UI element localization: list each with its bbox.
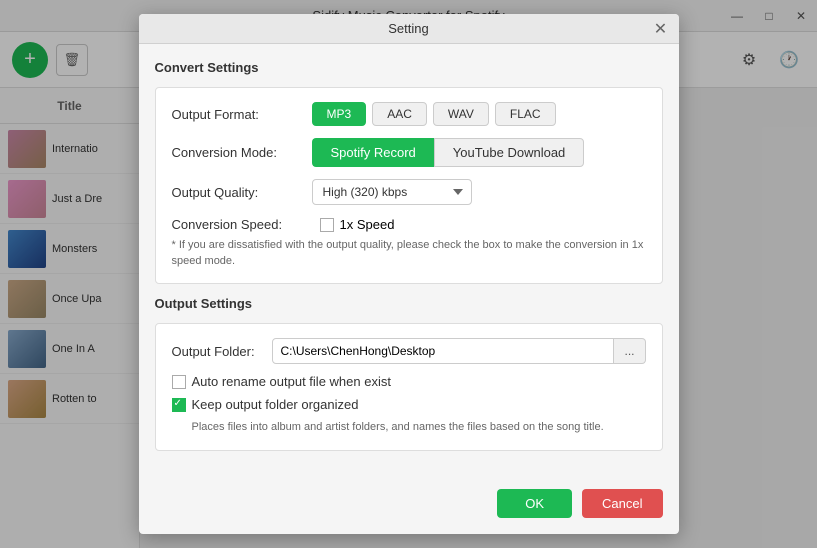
conversion-speed-label: Conversion Speed: bbox=[172, 217, 312, 232]
output-folder-row: Output Folder: ... bbox=[172, 338, 646, 364]
app-container: Sidify Music Converter for Spotify — □ ✕… bbox=[0, 0, 817, 548]
auto-rename-label: Auto rename output file when exist bbox=[192, 374, 391, 389]
keep-organized-checkbox[interactable] bbox=[172, 398, 186, 412]
main-content: Title Internatio Just a Dre Monsters Onc… bbox=[0, 88, 817, 548]
format-flac-button[interactable]: FLAC bbox=[495, 102, 556, 126]
output-format-label: Output Format: bbox=[172, 107, 312, 122]
settings-dialog: Setting ✕ Convert Settings Output Format… bbox=[139, 14, 679, 533]
output-format-row: Output Format: MP3 AAC WAV FLAC bbox=[172, 102, 646, 126]
format-buttons: MP3 AAC WAV FLAC bbox=[312, 102, 556, 126]
format-aac-button[interactable]: AAC bbox=[372, 102, 427, 126]
dialog-titlebar: Setting ✕ bbox=[139, 14, 679, 44]
speed-checkbox-row[interactable]: 1x Speed bbox=[320, 217, 395, 232]
ok-button[interactable]: OK bbox=[497, 489, 572, 518]
keep-organized-label: Keep output folder organized bbox=[192, 397, 359, 412]
cancel-button[interactable]: Cancel bbox=[582, 489, 662, 518]
output-quality-row: Output Quality: High (320) kbps Medium (… bbox=[172, 179, 646, 205]
speed-checkbox[interactable] bbox=[320, 218, 334, 232]
mode-buttons: Spotify Record YouTube Download bbox=[312, 138, 585, 167]
auto-rename-checkbox[interactable] bbox=[172, 375, 186, 389]
auto-rename-row[interactable]: Auto rename output file when exist bbox=[172, 374, 646, 389]
dialog-close-button[interactable]: ✕ bbox=[651, 19, 671, 39]
output-folder-label: Output Folder: bbox=[172, 344, 272, 359]
folder-browse-button[interactable]: ... bbox=[614, 338, 645, 364]
convert-settings-title: Convert Settings bbox=[155, 60, 663, 75]
conversion-mode-row: Conversion Mode: Spotify Record YouTube … bbox=[172, 138, 646, 167]
convert-settings-box: Output Format: MP3 AAC WAV FLAC Conversi… bbox=[155, 87, 663, 284]
dialog-body: Convert Settings Output Format: MP3 AAC … bbox=[139, 44, 679, 478]
speed-checkbox-label: 1x Speed bbox=[340, 217, 395, 232]
dialog-footer: OK Cancel bbox=[139, 479, 679, 534]
speed-note: * If you are dissatisfied with the outpu… bbox=[172, 238, 646, 269]
output-quality-label: Output Quality: bbox=[172, 185, 312, 200]
conversion-speed-row: Conversion Speed: 1x Speed * If you are … bbox=[172, 217, 646, 269]
format-mp3-button[interactable]: MP3 bbox=[312, 102, 367, 126]
keep-organized-note: Places files into album and artist folde… bbox=[192, 420, 646, 435]
keep-organized-row[interactable]: Keep output folder organized bbox=[172, 397, 646, 412]
dialog-overlay: Setting ✕ Convert Settings Output Format… bbox=[0, 0, 817, 548]
quality-select[interactable]: High (320) kbps Medium (256) kbps Low (1… bbox=[312, 179, 472, 205]
folder-path-input[interactable] bbox=[272, 338, 615, 364]
output-settings-box: Output Folder: ... Auto rename output fi… bbox=[155, 323, 663, 450]
output-settings-title: Output Settings bbox=[155, 296, 663, 311]
mode-spotify-button[interactable]: Spotify Record bbox=[312, 138, 434, 167]
dialog-title: Setting bbox=[388, 21, 428, 36]
mode-youtube-button[interactable]: YouTube Download bbox=[434, 138, 585, 167]
conversion-mode-label: Conversion Mode: bbox=[172, 145, 312, 160]
format-wav-button[interactable]: WAV bbox=[433, 102, 489, 126]
